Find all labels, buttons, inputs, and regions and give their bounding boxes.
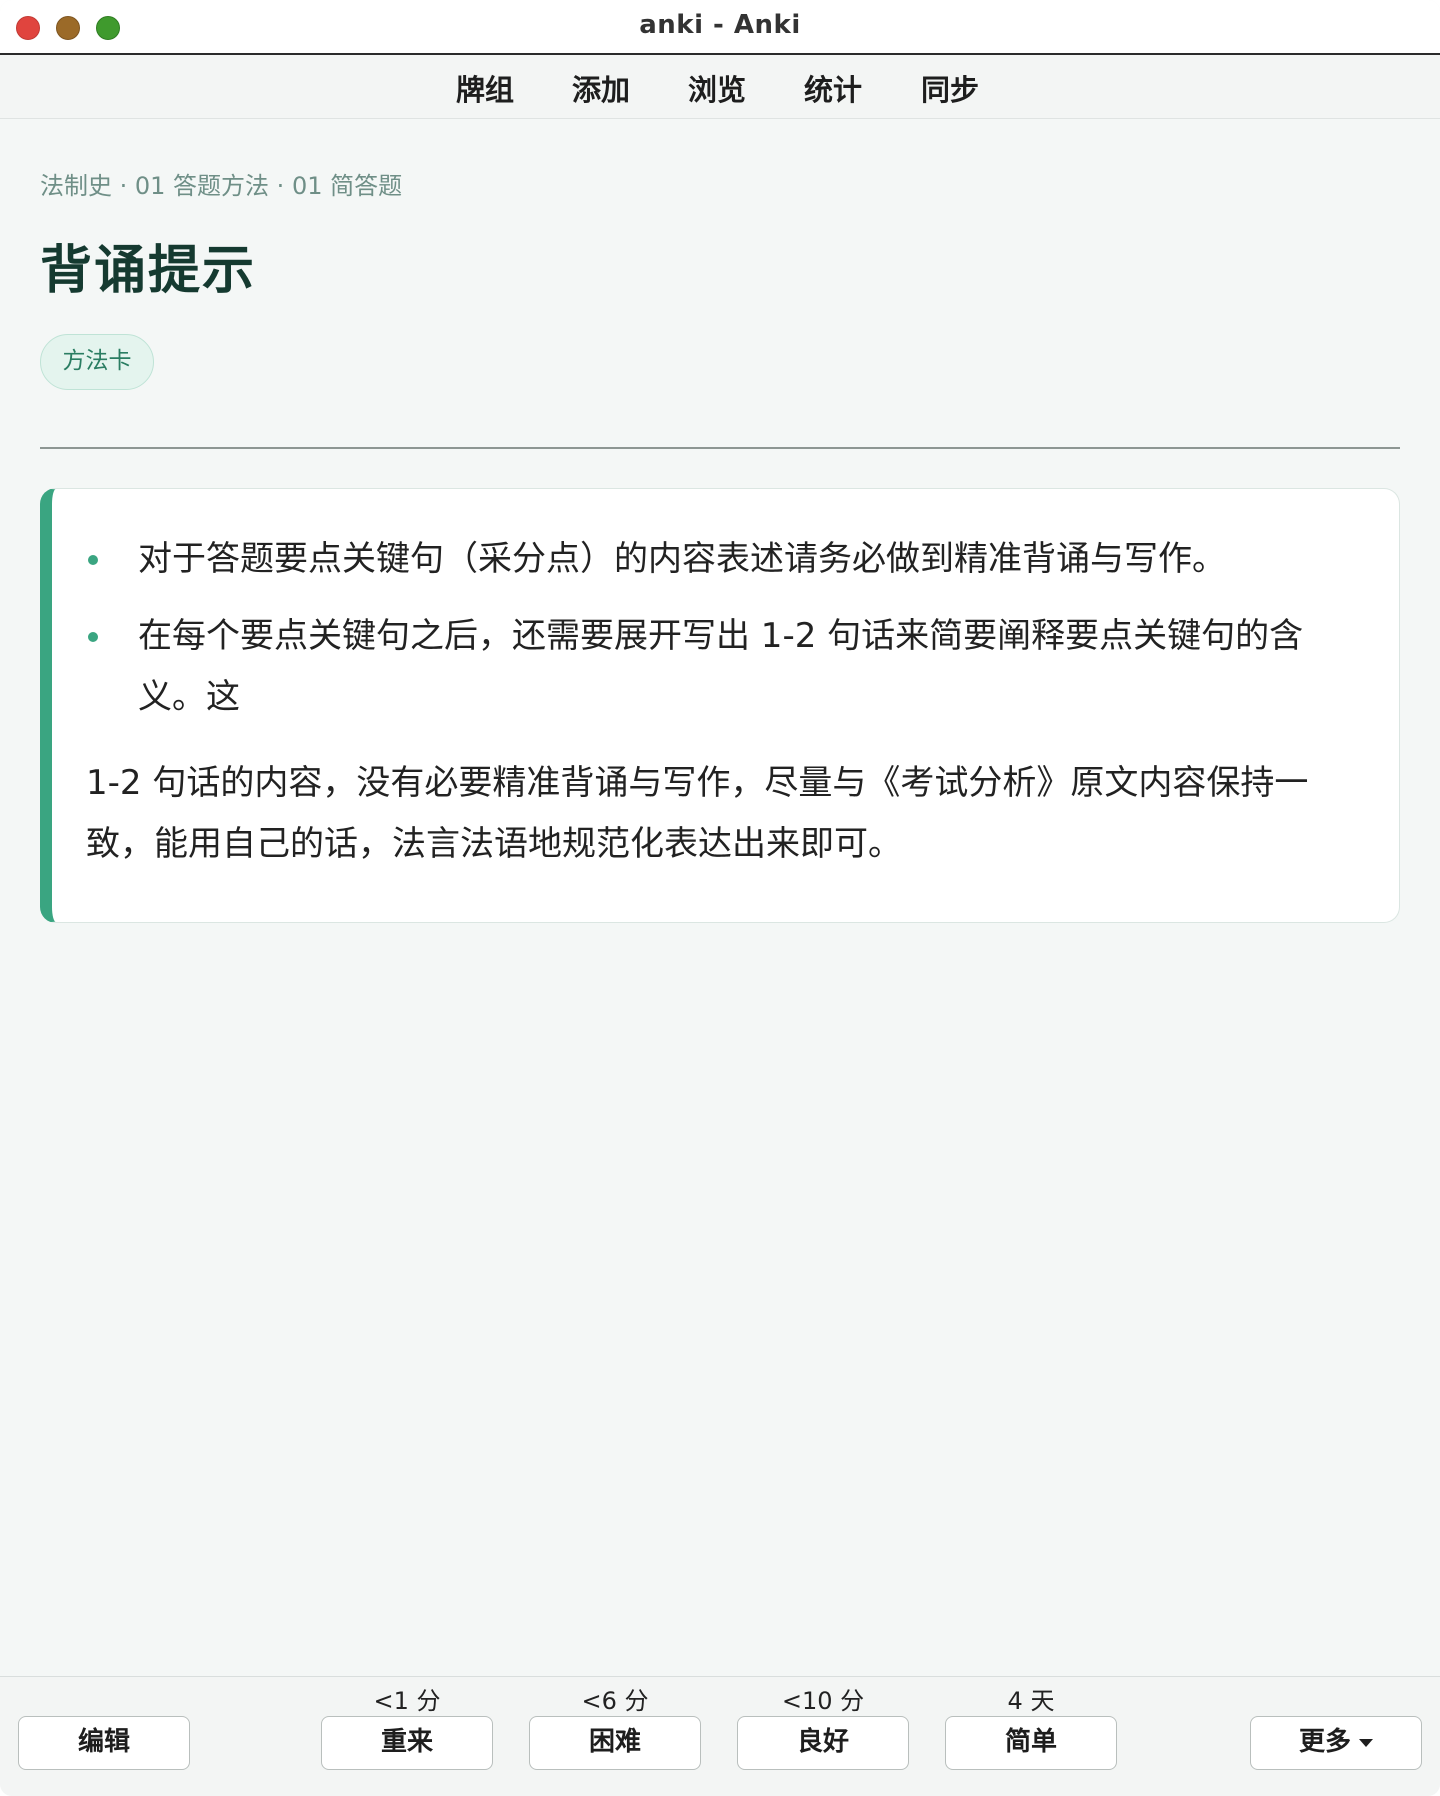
edit-button[interactable]: 编辑 [18,1716,190,1770]
again-button-label: 重来 [380,1727,433,1757]
more-button-label: 更多 [1298,1727,1351,1757]
breadcrumb: 法制史 · 01 答题方法 · 01 简答题 [40,172,403,200]
toolbar-stats[interactable]: 统计 [804,67,862,109]
toolbar-sync[interactable]: 同步 [921,67,979,109]
good-button[interactable]: 良好 [737,1716,909,1770]
easy-button[interactable]: 简单 [945,1716,1117,1770]
interval-good: <10 分 [781,1687,865,1715]
toolbar-browse[interactable]: 浏览 [688,67,746,109]
bullet-dot-icon [88,555,98,565]
title-bar: anki - Anki [0,0,1440,55]
hard-button[interactable]: 困难 [529,1716,701,1770]
toolbar-add[interactable]: 添加 [572,67,630,109]
bullet-dot-icon [88,632,98,642]
more-button[interactable]: 更多 [1250,1716,1422,1770]
interval-hard: <6 分 [581,1687,649,1715]
main-toolbar: 牌组 添加 浏览 统计 同步 [0,55,1440,119]
answer-bar [0,1676,1440,1796]
chevron-down-icon [1359,1738,1373,1747]
window-title: anki - Anki [639,10,801,40]
hard-button-label: 困难 [588,1727,641,1757]
good-button-label: 良好 [796,1727,849,1757]
card-paragraph: 1-2 句话的内容，没有必要精准背诵与写作，尽量与《考试分析》原文内容保持一致，… [86,763,1309,864]
card-heading: 背诵提示 [40,241,257,301]
toolbar-decks[interactable]: 牌组 [456,67,514,109]
edit-button-label: 编辑 [77,1727,130,1757]
anki-window: anki - Anki 牌组 添加 浏览 统计 同步 法制史 · 01 答题方法… [0,0,1440,1796]
card-tag-badge: 方法卡 [40,334,154,390]
bullet-text: 对于答题要点关键句（采分点）的内容表述请务必做到精准背诵与写作。 [138,539,1226,579]
interval-easy: 4 天 [1007,1687,1055,1715]
interval-again: <1 分 [373,1687,441,1715]
bullet-text: 在每个要点关键句之后，还需要展开写出 1-2 句话来简要阐释要点关键句的含义。这 [138,616,1304,717]
easy-button-label: 简单 [1004,1727,1057,1757]
divider [40,447,1400,449]
again-button[interactable]: 重来 [321,1716,493,1770]
answer-card: 对于答题要点关键句（采分点）的内容表述请务必做到精准背诵与写作。 在每个要点关键… [40,488,1400,923]
